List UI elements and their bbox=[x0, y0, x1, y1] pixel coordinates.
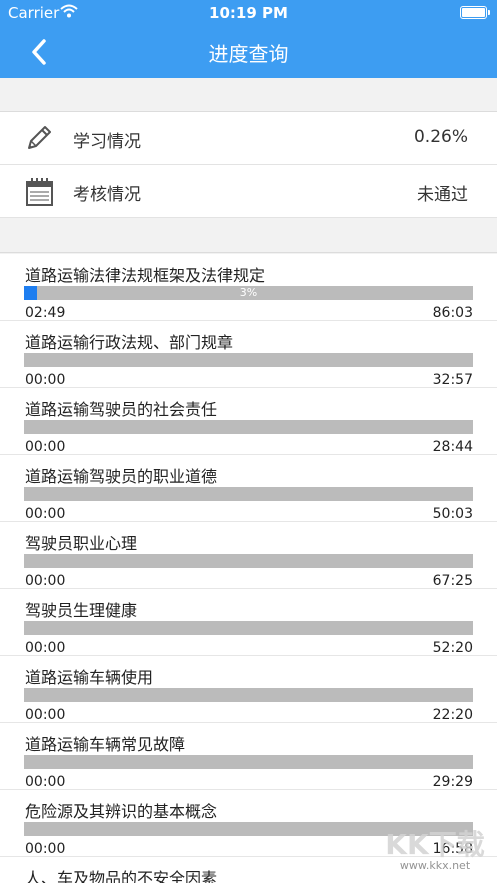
progress-bar bbox=[24, 755, 473, 769]
total-time: 28:44 bbox=[432, 439, 473, 455]
progress-percent: 3% bbox=[239, 286, 258, 299]
course-name: 危险源及其辨识的基本概念 bbox=[25, 802, 218, 821]
progress-bar: 3% bbox=[24, 286, 473, 300]
elapsed-time: 00:00 bbox=[25, 774, 66, 790]
course-list: 道路运输法律法规框架及法律规定 3% 02:49 86:03 道路运输行政法规、… bbox=[0, 254, 497, 883]
watermark-text: KK下载 bbox=[385, 828, 485, 861]
course-name: 驾驶员生理健康 bbox=[25, 601, 138, 620]
course-name: 道路运输车辆常见故障 bbox=[25, 735, 186, 754]
progress-bar bbox=[24, 487, 473, 501]
progress-percent bbox=[24, 755, 473, 769]
progress-bar bbox=[24, 621, 473, 635]
progress-bar bbox=[24, 554, 473, 568]
summary-row-exam: 考核情况 未通过 bbox=[0, 165, 497, 218]
elapsed-time: 00:00 bbox=[25, 573, 66, 589]
total-time: 50:03 bbox=[432, 506, 473, 522]
calendar-icon bbox=[23, 175, 55, 207]
total-time: 22:20 bbox=[432, 707, 473, 723]
section-spacer bbox=[0, 78, 497, 112]
summary-label: 学习情况 bbox=[73, 132, 141, 152]
progress-percent bbox=[24, 688, 473, 702]
progress-bar bbox=[24, 688, 473, 702]
summary-value: 未通过 bbox=[417, 185, 468, 205]
course-item[interactable]: 道路运输车辆常见故障 00:00 29:29 bbox=[0, 723, 497, 790]
elapsed-time: 00:00 bbox=[25, 439, 66, 455]
total-time: 86:03 bbox=[432, 305, 473, 321]
course-name: 道路运输驾驶员的职业道德 bbox=[25, 467, 218, 486]
course-name: 人、车及物品的不安全因素 bbox=[25, 869, 218, 883]
course-item[interactable]: 道路运输驾驶员的社会责任 00:00 28:44 bbox=[0, 388, 497, 455]
watermark-url: www.kkx.net bbox=[399, 859, 471, 872]
pencil-icon bbox=[23, 122, 55, 154]
elapsed-time: 00:00 bbox=[25, 372, 66, 388]
battery-icon bbox=[460, 6, 490, 19]
elapsed-time: 00:00 bbox=[25, 841, 66, 857]
course-name: 道路运输车辆使用 bbox=[25, 668, 154, 687]
total-time: 29:29 bbox=[432, 774, 473, 790]
elapsed-time: 00:00 bbox=[25, 707, 66, 723]
progress-percent bbox=[24, 554, 473, 568]
progress-percent bbox=[24, 487, 473, 501]
summary-section: 学习情况 0.26% 考核情况 未通过 bbox=[0, 112, 497, 218]
navigation-bar: 进度查询 bbox=[0, 26, 497, 78]
summary-label: 考核情况 bbox=[73, 185, 141, 205]
total-time: 32:57 bbox=[432, 372, 473, 388]
watermark-logo: KK下载 www.kkx.net bbox=[379, 823, 491, 875]
progress-bar bbox=[24, 420, 473, 434]
progress-bar bbox=[24, 353, 473, 367]
elapsed-time: 00:00 bbox=[25, 506, 66, 522]
course-item[interactable]: 道路运输法律法规框架及法律规定 3% 02:49 86:03 bbox=[0, 254, 497, 321]
course-item[interactable]: 道路运输驾驶员的职业道德 00:00 50:03 bbox=[0, 455, 497, 522]
summary-row-study: 学习情况 0.26% bbox=[0, 112, 497, 165]
section-spacer bbox=[0, 218, 497, 253]
course-item[interactable]: 驾驶员职业心理 00:00 67:25 bbox=[0, 522, 497, 589]
course-item[interactable]: 道路运输车辆使用 00:00 22:20 bbox=[0, 656, 497, 723]
status-bar: Carrier 10:19 PM bbox=[0, 0, 497, 26]
course-name: 驾驶员职业心理 bbox=[25, 534, 138, 553]
progress-percent bbox=[24, 353, 473, 367]
summary-value: 0.26% bbox=[413, 127, 468, 147]
total-time: 67:25 bbox=[432, 573, 473, 589]
elapsed-time: 00:00 bbox=[25, 640, 66, 656]
status-time: 10:19 PM bbox=[209, 4, 288, 22]
page-title: 进度查询 bbox=[208, 42, 289, 66]
course-name: 道路运输法律法规框架及法律规定 bbox=[25, 266, 266, 285]
progress-percent bbox=[24, 621, 473, 635]
course-name: 道路运输行政法规、部门规章 bbox=[25, 333, 234, 352]
course-name: 道路运输驾驶员的社会责任 bbox=[25, 400, 218, 419]
elapsed-time: 02:49 bbox=[25, 305, 66, 321]
total-time: 52:20 bbox=[432, 640, 473, 656]
course-item[interactable]: 道路运输行政法规、部门规章 00:00 32:57 bbox=[0, 321, 497, 388]
course-item[interactable]: 驾驶员生理健康 00:00 52:20 bbox=[0, 589, 497, 656]
progress-percent bbox=[24, 420, 473, 434]
